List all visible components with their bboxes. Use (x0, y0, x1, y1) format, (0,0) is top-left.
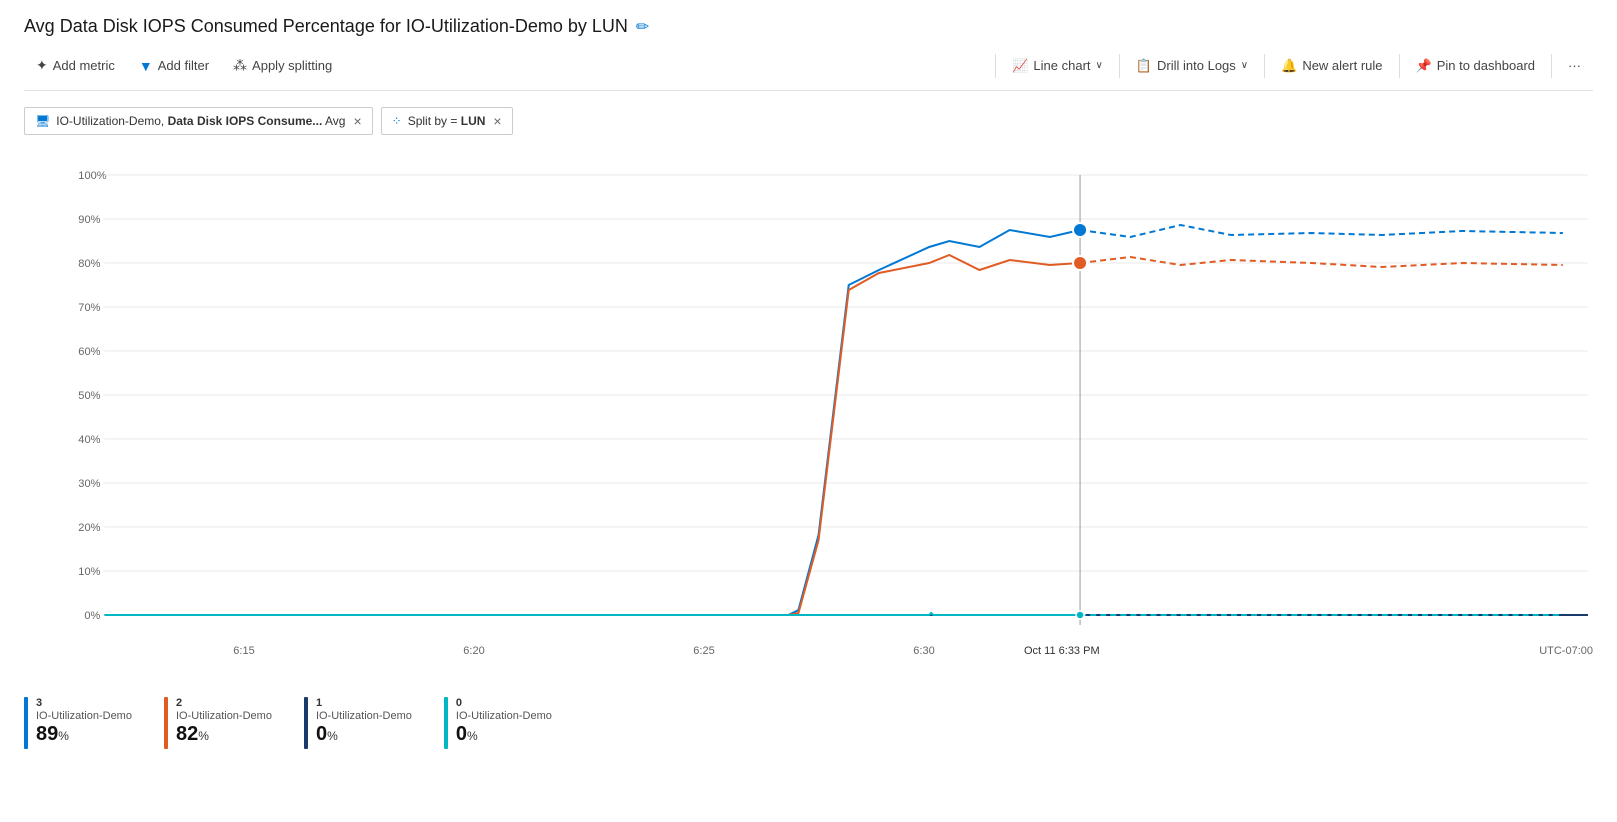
pin-label: Pin to dashboard (1437, 58, 1535, 73)
legend-val-1: 0 (316, 723, 327, 745)
metric-filter-tag[interactable]: 🖥 IO-Utilization-Demo, Data Disk IOPS Co… (24, 107, 373, 135)
chart-svg: .grid-line { stroke: #e8e8e8; stroke-wid… (24, 155, 1593, 645)
title-row: Avg Data Disk IOPS Consumed Percentage f… (24, 16, 1593, 37)
legend-value-2: 82% (176, 723, 272, 746)
toolbar-sep-3 (1264, 54, 1265, 78)
add-filter-icon: ▼ (139, 58, 153, 74)
legend-content-0: 0 IO-Utilization-Demo 0% (456, 697, 552, 746)
legend-num-1: 1 (316, 697, 412, 709)
toolbar-sep-1 (995, 54, 996, 78)
legend-item-0: 0 IO-Utilization-Demo 0% (444, 697, 552, 749)
chart-area: .grid-line { stroke: #e8e8e8; stroke-wid… (24, 155, 1593, 645)
legend-value-0: 0% (456, 723, 552, 746)
apply-splitting-icon: ⁂ (233, 57, 247, 74)
svg-text:30%: 30% (78, 478, 100, 490)
pin-dashboard-button[interactable]: 📌 Pin to dashboard (1404, 52, 1547, 80)
legend-num-0: 0 (456, 697, 552, 709)
line-chart-icon: 📈 (1012, 58, 1028, 74)
metric-filter-close[interactable]: × (353, 113, 361, 129)
svg-text:100%: 100% (78, 170, 106, 182)
legend-val-0: 0 (456, 723, 467, 745)
legend-num-2: 2 (176, 697, 272, 709)
pin-icon: 📌 (1416, 58, 1432, 74)
svg-text:70%: 70% (78, 302, 100, 314)
add-metric-icon: ✦ (36, 57, 48, 74)
svg-text:80%: 80% (78, 258, 100, 270)
legend-unit-3: % (58, 729, 69, 743)
line-chart-label: Line chart (1033, 58, 1090, 73)
legend-content-1: 1 IO-Utilization-Demo 0% (316, 697, 412, 746)
legend-item-2: 2 IO-Utilization-Demo 82% (164, 697, 272, 749)
timezone-label: UTC-07:00 (1539, 645, 1593, 657)
legend-unit-1: % (327, 729, 338, 743)
toolbar-sep-4 (1399, 54, 1400, 78)
monitor-icon: 🖥 (35, 114, 50, 128)
x-label-625: 6:25 (693, 645, 714, 657)
toolbar: ✦ Add metric ▼ Add filter ⁂ Apply splitt… (24, 51, 1593, 91)
legend-content-3: 3 IO-Utilization-Demo 89% (36, 697, 132, 746)
more-button[interactable]: ··· (1556, 52, 1593, 79)
apply-splitting-label: Apply splitting (252, 58, 332, 73)
add-filter-button[interactable]: ▼ Add filter (127, 52, 221, 80)
toolbar-sep-2 (1119, 54, 1120, 78)
legend-content-2: 2 IO-Utilization-Demo 82% (176, 697, 272, 746)
legend-item-3: 3 IO-Utilization-Demo 89% (24, 697, 132, 749)
split-filter-close[interactable]: × (493, 113, 501, 129)
drill-logs-icon: 📋 (1136, 58, 1152, 74)
drill-logs-button[interactable]: 📋 Drill into Logs ∨ (1124, 52, 1260, 80)
line-chart-button[interactable]: 📈 Line chart ∨ (1000, 52, 1115, 80)
legend-bar-0 (444, 697, 448, 749)
x-axis-row: 6:15 6:20 6:25 6:30 Oct 11 6:33 PM UTC-0… (104, 645, 1593, 673)
legend-value-3: 89% (36, 723, 132, 746)
toolbar-right: 📈 Line chart ∨ 📋 Drill into Logs ∨ 🔔 New… (991, 52, 1593, 80)
svg-text:90%: 90% (78, 214, 100, 226)
split-filter-tag[interactable]: ⁘ Split by = LUN × (381, 107, 513, 135)
legend-unit-0: % (467, 729, 478, 743)
edit-icon[interactable]: ✏ (636, 17, 649, 37)
add-metric-label: Add metric (53, 58, 115, 73)
split-icon: ⁘ (392, 114, 402, 128)
svg-text:60%: 60% (78, 346, 100, 358)
x-label-620: 6:20 (463, 645, 484, 657)
legend-num-3: 3 (36, 697, 132, 709)
split-tag-text: Split by = LUN (408, 114, 486, 128)
legend-bar-3 (24, 697, 28, 749)
new-alert-icon: 🔔 (1281, 58, 1297, 74)
x-label-615: 6:15 (233, 645, 254, 657)
main-container: Avg Data Disk IOPS Consumed Percentage f… (0, 0, 1617, 822)
new-alert-label: New alert rule (1302, 58, 1382, 73)
legend-unit-2: % (198, 729, 209, 743)
line-chart-dropdown-icon: ∨ (1096, 60, 1103, 71)
svg-text:50%: 50% (78, 390, 100, 402)
legend-name-2: IO-Utilization-Demo (176, 710, 272, 722)
legend-bar-1 (304, 697, 308, 749)
legend-val-3: 89 (36, 723, 58, 745)
svg-text:10%: 10% (78, 566, 100, 578)
add-filter-label: Add filter (158, 58, 209, 73)
legend-val-2: 82 (176, 723, 198, 745)
new-alert-button[interactable]: 🔔 New alert rule (1269, 52, 1394, 80)
drill-logs-dropdown-icon: ∨ (1241, 60, 1248, 71)
svg-text:40%: 40% (78, 434, 100, 446)
legend-name-3: IO-Utilization-Demo (36, 710, 132, 722)
drill-logs-label: Drill into Logs (1157, 58, 1236, 73)
x-label-630: 6:30 (913, 645, 934, 657)
tooltip-date-label: Oct 11 6:33 PM (1024, 645, 1100, 657)
filter-row: 🖥 IO-Utilization-Demo, Data Disk IOPS Co… (24, 107, 1593, 135)
svg-text:20%: 20% (78, 522, 100, 534)
legend-item-1: 1 IO-Utilization-Demo 0% (304, 697, 412, 749)
legend-value-1: 0% (316, 723, 412, 746)
toolbar-sep-5 (1551, 54, 1552, 78)
legend-name-1: IO-Utilization-Demo (316, 710, 412, 722)
page-title: Avg Data Disk IOPS Consumed Percentage f… (24, 16, 628, 37)
apply-splitting-button[interactable]: ⁂ Apply splitting (221, 51, 344, 80)
metric-tag-text: IO-Utilization-Demo, Data Disk IOPS Cons… (56, 114, 345, 128)
more-icon: ··· (1568, 58, 1581, 73)
legend-bar-2 (164, 697, 168, 749)
legend-row: 3 IO-Utilization-Demo 89% 2 IO-Utilizati… (24, 689, 1593, 749)
legend-name-0: IO-Utilization-Demo (456, 710, 552, 722)
svg-text:0%: 0% (84, 610, 100, 622)
add-metric-button[interactable]: ✦ Add metric (24, 51, 127, 80)
